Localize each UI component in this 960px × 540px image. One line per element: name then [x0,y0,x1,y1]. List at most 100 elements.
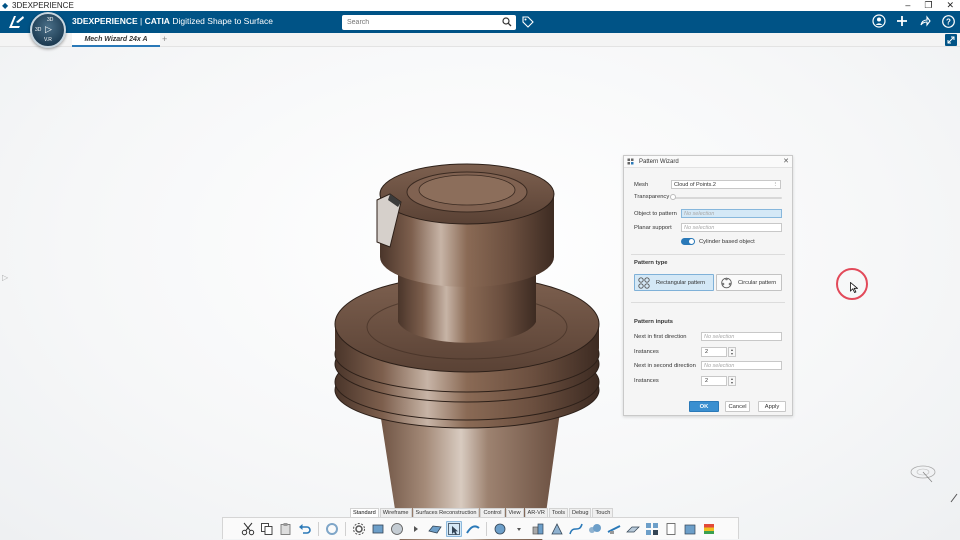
component-icon[interactable] [530,521,546,537]
object-to-pattern-field[interactable]: No selection [681,209,782,218]
section-tab-standard[interactable]: Standard [350,508,379,517]
brand-separator: | [137,16,145,26]
pattern-inputs-title: Pattern inputs [634,319,673,325]
rectangular-pattern-button[interactable]: Rectangular pattern [634,274,714,291]
pattern-tool-icon[interactable] [644,521,660,537]
tag-icon[interactable] [522,16,534,28]
align-tool-icon[interactable] [606,521,622,537]
analysis-tool-icon[interactable] [682,521,698,537]
instances-2-value[interactable]: 2 [701,376,727,386]
planar-support-field[interactable]: No selection [681,223,782,232]
select-icon[interactable] [446,520,462,537]
next-second-direction-field[interactable]: No selection [701,361,782,370]
color-cube-icon[interactable] [701,521,717,537]
settings-icon[interactable] [351,521,367,537]
update-icon[interactable] [324,521,340,537]
tab-strip: Mech Wizard 24x A + [0,33,960,47]
compass-widget[interactable]: 3D 3D ▷ V.R [30,12,66,48]
search-input[interactable] [342,15,492,30]
pattern-type-title: Pattern type [634,260,668,266]
add-icon[interactable] [895,14,909,28]
section-tab-tools[interactable]: Tools [548,508,568,517]
next-first-direction-field[interactable]: No selection [701,332,782,341]
cut-icon[interactable] [240,521,256,537]
sphere-icon[interactable] [492,521,508,537]
section-tab-debug[interactable]: Debug [569,508,592,517]
app-logo-icon: ◆ [2,0,9,10]
surface-icon[interactable] [427,521,443,537]
toolbar-divider [318,521,319,536]
transparency-slider-knob[interactable] [670,194,676,200]
curve-tool-icon[interactable] [568,521,584,537]
paste-icon[interactable] [278,521,294,537]
brand-role: Digitized Shape to Surface [169,16,273,26]
mesh-field[interactable]: Cloud of Points.2 ⋮ [671,180,781,189]
cancel-button[interactable]: Cancel [725,401,750,412]
left-panel-handle-icon[interactable]: ▷ [2,273,8,282]
section-tab-touch[interactable]: Touch [592,508,614,517]
app-brand: 3DEXPERIENCE | CATIA Digitized Shape to … [72,16,273,26]
expand-icon[interactable] [945,34,957,46]
close-window-button[interactable]: ✕ [946,0,954,11]
circular-pattern-icon [720,277,733,289]
toolbar-divider [345,521,346,536]
apply-button[interactable]: Apply [758,401,786,412]
action-bar-section-tabs: Standard Wireframe Surfaces Reconstructi… [350,508,614,517]
cloud-tool-icon[interactable] [587,521,603,537]
minimize-button[interactable]: – [905,0,910,11]
document-tool-icon[interactable] [663,521,679,537]
share-icon[interactable] [918,14,932,28]
window-controls: – ❐ ✕ [905,0,954,11]
section-tab-surfaces-reconstruction[interactable]: Surfaces Reconstruction [412,508,480,517]
circular-pattern-label: Circular pattern [738,280,777,286]
user-profile-icon[interactable] [872,14,886,28]
tab-mech-wizard[interactable]: Mech Wizard 24x A [72,33,160,47]
mesh-menu-icon[interactable]: ⋮ [773,181,779,188]
instances-1-value[interactable]: 2 [701,347,727,357]
svg-text:?: ? [946,17,951,26]
mesh-tool-icon[interactable] [549,521,565,537]
add-tab-button[interactable]: + [162,34,167,44]
search-box[interactable] [342,15,516,30]
section-tab-control[interactable]: Control [480,508,505,517]
dialog-title-bar[interactable]: Pattern Wizard ✕ [624,156,792,168]
fit-all-icon[interactable] [370,521,386,537]
object-to-pattern-label: Object to pattern [634,211,677,217]
maximize-button[interactable]: ❐ [924,0,932,11]
dialog-close-icon[interactable]: ✕ [783,157,789,165]
brand-app: CATIA [144,16,170,26]
instances-1-arrows[interactable]: ▲ ▼ [728,347,736,357]
instances-2-arrows[interactable]: ▲ ▼ [728,376,736,386]
section-tab-wireframe[interactable]: Wireframe [379,508,412,517]
arrow-right-icon[interactable] [408,521,424,537]
brand-platform: 3DEXPERIENCE [72,16,138,26]
section-tab-ar-vr[interactable]: AR-VR [524,508,548,517]
ds-logo-icon[interactable] [7,14,25,33]
top-bar: 3DEXPERIENCE | CATIA Digitized Shape to … [0,11,960,33]
transparency-label: Transparency [634,194,670,200]
3d-model[interactable] [320,102,620,540]
undo-icon[interactable] [297,521,313,537]
help-icon[interactable]: ? [941,14,955,28]
instances-1-stepper[interactable]: 2 ▲ ▼ [701,347,736,357]
cylinder-toggle[interactable] [681,238,695,245]
play-icon[interactable]: ▷ [45,24,52,35]
ok-button[interactable]: OK [689,401,719,412]
section-tab-view[interactable]: View [505,508,524,517]
copy-icon[interactable] [259,521,275,537]
transparency-slider-track[interactable] [674,197,782,199]
sweep-icon[interactable] [465,521,481,537]
resize-handle-icon[interactable] [950,493,958,503]
mini-compass-icon[interactable] [908,462,938,488]
plane-tool-icon[interactable] [625,521,641,537]
search-icon[interactable] [502,17,512,27]
view-mode-icon[interactable] [389,521,405,537]
os-title-bar: ◆ 3DEXPERIENCE – ❐ ✕ [0,0,960,11]
circular-pattern-button[interactable]: Circular pattern [716,274,782,291]
compass-left-label: 3D [35,27,42,33]
dropdown-arrow-icon[interactable] [511,521,527,537]
instances-2-stepper[interactable]: 2 ▲ ▼ [701,376,736,386]
3d-viewport[interactable]: ▷ Pattern Wizard ✕ Mesh Cloud of Points.… [0,47,960,540]
compass-vr-label: V.R [44,37,52,43]
rectangular-pattern-label: Rectangular pattern [656,280,706,286]
